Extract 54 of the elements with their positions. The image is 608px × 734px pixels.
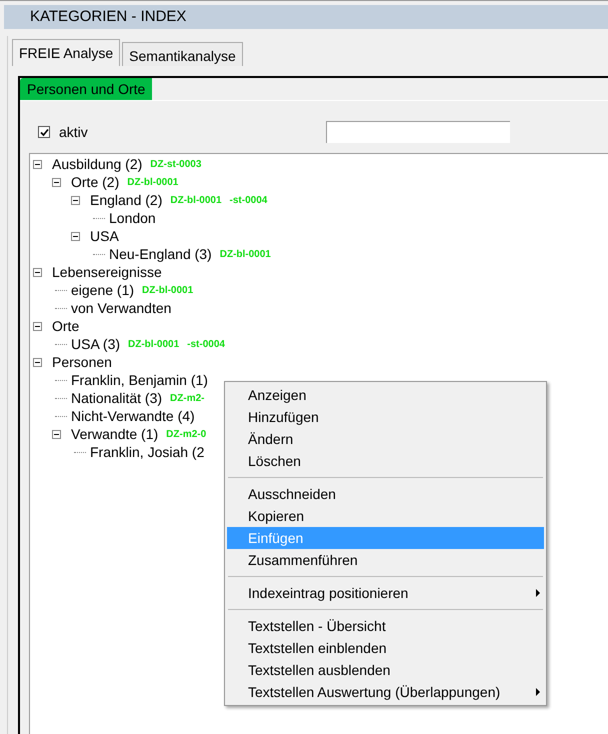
tree-item[interactable]: England (2) [90, 190, 162, 210]
collapse-toggle-icon[interactable] [52, 430, 61, 438]
tree-item[interactable]: Personen [52, 352, 112, 372]
collapse-toggle-icon[interactable] [71, 232, 80, 240]
tree-item[interactable]: eigene (1) [71, 280, 134, 300]
tree-item[interactable]: Nationalität (3) [71, 388, 162, 408]
menu-item[interactable]: Textstellen einblenden [227, 637, 544, 659]
tree-item[interactable]: Verwandte (1) [71, 424, 158, 444]
collapse-toggle-icon[interactable] [33, 160, 42, 168]
tree-item[interactable]: Orte [52, 316, 80, 336]
tree-item[interactable]: USA (3) [71, 334, 120, 354]
code-label: DZ-bl-0001 [142, 284, 194, 298]
menu-item[interactable]: Ausschneiden [227, 483, 544, 505]
collapse-toggle-icon[interactable] [33, 322, 42, 330]
menu-item[interactable]: Ändern [227, 428, 544, 450]
tab[interactable]: FREIE Analyse [12, 39, 120, 66]
code-label: DZ-bl-0001 [127, 176, 178, 190]
tree-item[interactable]: USA [90, 226, 119, 246]
tree-item[interactable]: London [109, 208, 156, 228]
code-label: DZ-m2- [170, 392, 204, 406]
code-label: DZ-bl-0001 [170, 194, 222, 208]
code-label: DZ-bl-0001 [220, 248, 271, 262]
menu-item[interactable]: Zusammenführen [227, 549, 544, 571]
menu-item[interactable]: Hinzufügen [227, 406, 544, 428]
checkbox-label: aktiv [59, 122, 88, 142]
menu-item[interactable]: Textstellen ausblenden [227, 659, 544, 681]
tree-item[interactable]: von Verwandten [71, 298, 172, 318]
checkbox[interactable] [38, 126, 50, 138]
tree-item[interactable]: Franklin, Benjamin (1) [71, 370, 208, 390]
tree-item[interactable]: Nicht-Verwandte (4) [71, 406, 195, 426]
code-label: DZ-bl-0001 [128, 338, 180, 352]
collapse-toggle-icon[interactable] [33, 358, 42, 366]
code-label: -st-0004 [230, 194, 268, 208]
collapse-toggle-icon[interactable] [52, 178, 61, 186]
menu-item[interactable]: Textstellen - Übersicht [227, 615, 544, 637]
menu-item[interactable]: Indexeintrag positionieren [227, 582, 544, 604]
collapse-toggle-icon[interactable] [33, 268, 42, 276]
code-label: DZ-st-0003 [150, 158, 202, 172]
menu-item[interactable]: Textstellen Auswertung (Überlappungen) [227, 681, 544, 703]
menu-item[interactable]: Löschen [227, 450, 544, 472]
menu-item[interactable]: Anzeigen [227, 384, 544, 406]
category-tab[interactable]: Personen und Orte [20, 78, 152, 100]
tree-item[interactable]: Ausbildung (2) [52, 154, 142, 174]
tree-item[interactable]: Lebensereignisse [52, 262, 162, 282]
code-label: -st-0004 [187, 338, 225, 352]
tree-item[interactable]: Orte (2) [71, 172, 120, 192]
tree-item[interactable]: Franklin, Josiah (2 [90, 442, 204, 462]
window-title: KATEGORIEN - INDEX [30, 6, 186, 27]
tab[interactable]: Semantikanalyse [122, 42, 243, 66]
search-field[interactable] [326, 121, 510, 143]
menu-item[interactable]: Kopieren [227, 505, 544, 527]
code-label: DZ-m2-0 [166, 428, 206, 442]
collapse-toggle-icon[interactable] [71, 196, 80, 204]
tree-item[interactable]: Neu-England (3) [109, 244, 212, 264]
